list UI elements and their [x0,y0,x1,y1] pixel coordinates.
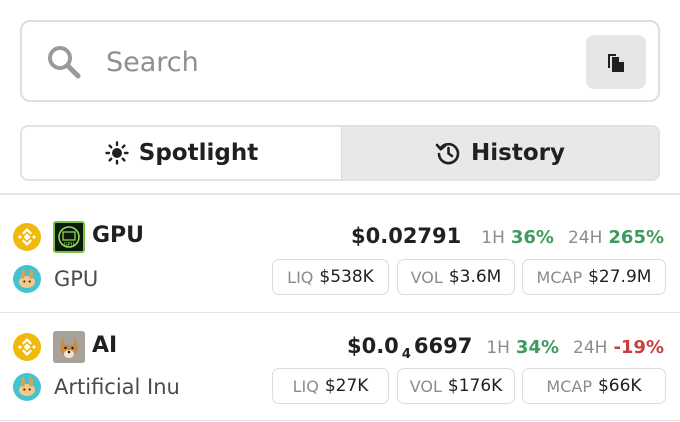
token-logo: GPU [53,221,85,253]
token-price: $0.02791 [351,224,462,248]
market-cap-pill: MCAP $66K [522,368,666,404]
tab-spotlight-label: Spotlight [138,140,259,166]
liquidity-pill: LIQ $27K [272,368,389,404]
tab-history-label: History [471,140,565,166]
change-1h-label: 1H [481,228,505,248]
market-cap-pill: MCAP $27.9M [522,259,666,295]
tab-spotlight[interactable]: Spotlight [22,127,342,179]
change-24h-label: 24H [567,228,603,248]
token-row[interactable]: AI $0.0 4 6697 1H 34% 24H -19% Artificial … [0,322,680,422]
tab-history[interactable]: History [342,127,658,179]
volume-pill: VOL $176K [397,368,515,404]
token-row[interactable]: GPU GPU $0.02791 1H 36% 24H 265% GPU LIQ… [0,212,680,312]
search-bar[interactable] [20,20,660,102]
change-1h-value: 36% [510,227,554,248]
paste-button[interactable] [586,35,646,89]
divider [0,420,680,421]
token-symbol: AI [92,333,118,358]
bnb-chain-icon [13,223,41,251]
token-name: Artificial Inu [54,375,180,399]
clipboard-icon [608,54,624,72]
search-input[interactable] [106,40,566,84]
svg-text:GPU: GPU [64,242,75,248]
history-icon [435,142,460,165]
volume-pill: VOL $3.6M [397,259,515,295]
token-symbol: GPU [92,223,145,248]
divider [0,193,680,195]
search-icon [48,46,81,79]
sun-icon [105,141,129,165]
tab-bar: Spotlight History [20,125,660,181]
price-line: $0.0 4 6697 1H 34% 24H -19% [347,334,664,362]
change-1h-value: 34% [515,337,560,358]
change-24h-value: -19% [613,337,664,358]
bnb-chain-icon [13,333,41,361]
token-logo [53,331,85,363]
token-name: GPU [54,267,99,291]
liquidity-pill: LIQ $538K [272,259,389,295]
change-24h-label: 24H [573,338,608,358]
divider [0,312,680,313]
change-24h-value: 265% [608,227,664,248]
pancakeswap-icon [13,265,41,293]
price-line: $0.02791 1H 36% 24H 265% [351,224,664,252]
token-price: $0.0 4 6697 [346,334,473,362]
pancakeswap-icon [13,373,41,401]
change-1h-label: 1H [486,338,510,358]
